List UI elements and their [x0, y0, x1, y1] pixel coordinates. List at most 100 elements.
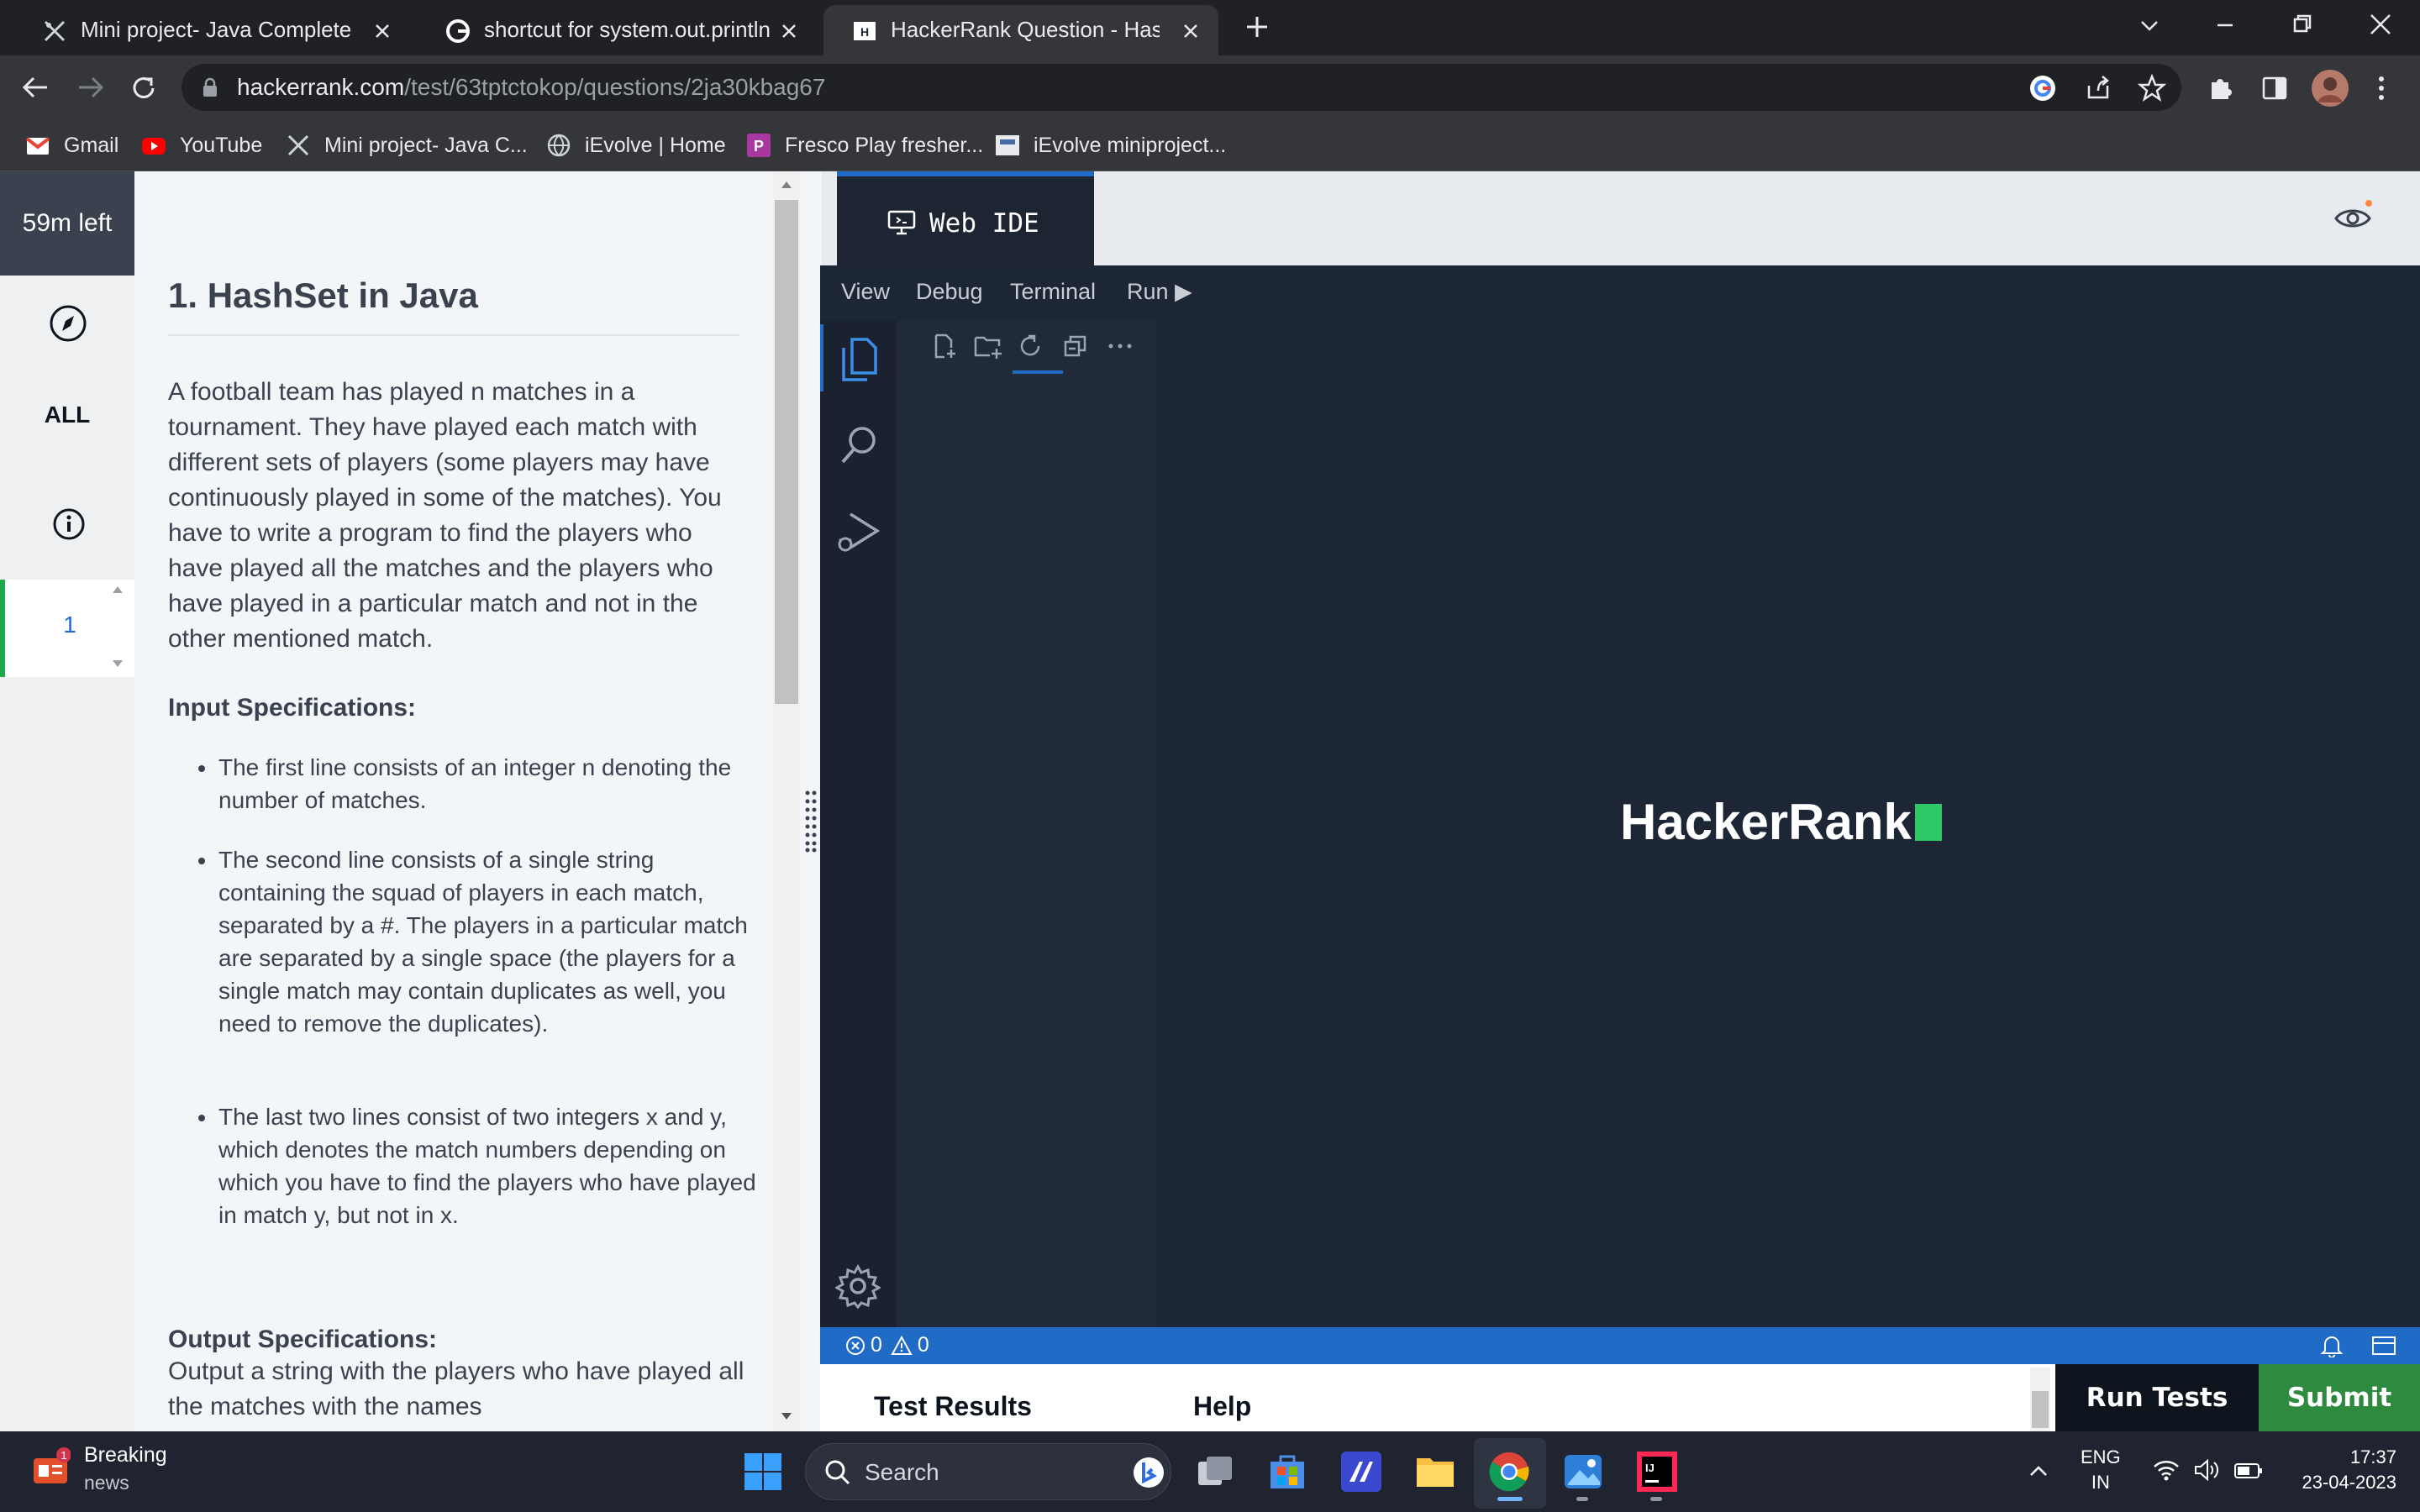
web-ide-tab[interactable]: Web IDE [837, 171, 1094, 265]
lock-icon[interactable] [202, 77, 218, 97]
panel-resize-handle[interactable] [800, 171, 822, 1431]
intellij-idea-icon[interactable]: IJ [1635, 1450, 1679, 1494]
more-actions-icon[interactable] [1107, 341, 1133, 351]
menu-terminal[interactable]: Terminal [1010, 279, 1096, 305]
close-tab-icon[interactable] [778, 20, 800, 42]
explorer-panel [896, 321, 1156, 1327]
new-folder-icon[interactable] [973, 333, 1003, 360]
profile-avatar[interactable] [2311, 69, 2349, 108]
task-view-icon[interactable] [1193, 1450, 1237, 1494]
new-tab-plus-icon[interactable] [1244, 13, 1270, 40]
error-icon [846, 1336, 865, 1355]
submit-button[interactable]: Submit [2259, 1364, 2420, 1431]
scroll-up-arrow-icon[interactable] [111, 585, 124, 595]
title-divider [168, 334, 739, 336]
clock-date: 23-04-2023 [2302, 1472, 2396, 1493]
close-window-icon[interactable] [2368, 12, 2393, 37]
system-clock[interactable]: 17:37 23-04-2023 [2286, 1445, 2396, 1495]
tab-title: HackerRank Question - HashSet i [891, 17, 1160, 42]
bookmark-youtube[interactable]: YouTube [141, 131, 262, 160]
scroll-down-arrow-icon[interactable] [111, 659, 124, 669]
news-widget-icon[interactable]: 1 [30, 1446, 71, 1487]
battery-icon[interactable] [2233, 1462, 2264, 1480]
tab-search-chevron-icon[interactable] [2138, 13, 2161, 37]
warning-count: 0 [917, 1333, 929, 1357]
microsoft-store-icon[interactable] [1265, 1450, 1309, 1494]
web-ide-label: Web IDE [929, 208, 1039, 239]
chrome-icon[interactable] [1487, 1450, 1531, 1494]
menu-run[interactable]: Run ▶ [1127, 279, 1192, 305]
bookmark-fresco-play[interactable]: P Fresco Play fresher... [746, 131, 983, 160]
toggle-panel-icon[interactable] [2371, 1336, 2396, 1356]
close-tab-icon[interactable] [1180, 20, 1202, 42]
run-tests-button[interactable]: Run Tests [2055, 1364, 2259, 1431]
minimize-window-icon[interactable] [2213, 13, 2237, 37]
chrome-running-indicator [1497, 1497, 1523, 1501]
share-icon[interactable] [2084, 74, 2112, 102]
address-bar[interactable]: hackerrank.com/test/63tptctokop/question… [182, 64, 2181, 111]
news-widget-subtitle: news [84, 1472, 129, 1494]
question-navigator [0, 171, 134, 1431]
info-icon[interactable] [52, 507, 86, 541]
app-launcher-icon[interactable] [1339, 1450, 1383, 1494]
bookmark-star-icon[interactable] [2138, 74, 2166, 102]
help-tab[interactable]: Help [1193, 1391, 1251, 1422]
back-arrow-icon[interactable] [20, 74, 50, 101]
news-badge: 1 [60, 1449, 66, 1462]
bookmark-ievolve-home[interactable]: iEvolve | Home [546, 131, 726, 160]
scrollbar-thumb[interactable] [775, 200, 798, 704]
bookmark-ievolve-miniproject[interactable]: iEvolve miniproject... [995, 131, 1226, 160]
browser-tab-mini-project[interactable]: Mini project- Java Complete Beg [13, 5, 410, 55]
browser-tab-hackerrank-question[interactable]: H HackerRank Question - HashSet i [823, 5, 1218, 55]
problems-indicator[interactable]: 0 0 [845, 1333, 929, 1357]
notifications-bell-icon[interactable] [2321, 1334, 2343, 1357]
tab-title: Mini project- Java Complete Beg [81, 17, 358, 42]
volume-icon[interactable] [2193, 1458, 2220, 1482]
file-explorer-icon[interactable] [1413, 1450, 1457, 1494]
test-results-tab[interactable]: Test Results [874, 1391, 1032, 1422]
google-lens-icon[interactable] [2028, 74, 2057, 102]
bookmark-label: Gmail [64, 133, 119, 157]
side-panel-icon[interactable] [2260, 74, 2289, 102]
input-language-indicator[interactable]: ENG IN [2081, 1445, 2121, 1495]
photos-icon[interactable] [1561, 1450, 1605, 1494]
settings-gear-icon[interactable] [835, 1263, 881, 1309]
forward-arrow-icon[interactable] [76, 74, 106, 101]
bookmark-mini-project[interactable]: Mini project- Java C... [286, 131, 528, 160]
question-description: A football team has played n matches in … [168, 378, 722, 653]
close-tab-icon[interactable] [371, 20, 393, 42]
preview-eye-icon[interactable] [2333, 198, 2373, 239]
bookmark-label: YouTube [180, 133, 263, 157]
app-running-indicator [1576, 1497, 1588, 1501]
scroll-down-arrow-icon[interactable] [780, 1411, 793, 1421]
tab-title: shortcut for system.out.println in [484, 17, 770, 42]
extensions-puzzle-icon[interactable] [2207, 74, 2235, 102]
ide-statusbar: 0 0 [820, 1327, 2420, 1364]
bing-chat-icon[interactable] [1132, 1456, 1165, 1489]
search-icon [825, 1460, 850, 1485]
question-number: 1 [63, 612, 76, 638]
more-options-icon[interactable] [2376, 74, 2386, 102]
wifi-icon[interactable] [2153, 1458, 2180, 1482]
menu-debug[interactable]: Debug [916, 279, 983, 305]
news-widget-title[interactable]: Breaking [84, 1443, 167, 1467]
compass-icon[interactable] [49, 304, 87, 343]
show-hidden-icons-chevron-icon[interactable] [2028, 1463, 2049, 1478]
new-file-icon[interactable] [931, 333, 958, 360]
bookmark-gmail[interactable]: Gmail [25, 131, 118, 160]
browser-tab-google-search[interactable]: shortcut for system.out.println in [417, 5, 817, 55]
collapse-all-icon[interactable] [1062, 333, 1089, 360]
scroll-up-arrow-icon[interactable] [780, 180, 793, 190]
restore-window-icon[interactable] [2291, 12, 2314, 35]
all-questions-link[interactable]: ALL [0, 402, 134, 428]
scrollbar-thumb[interactable] [2032, 1391, 2049, 1428]
reload-icon[interactable] [129, 74, 158, 102]
menu-view[interactable]: View [841, 279, 890, 305]
run-and-debug-icon[interactable] [837, 509, 881, 554]
refresh-explorer-icon[interactable] [1017, 333, 1044, 360]
windows-start-icon[interactable] [741, 1450, 785, 1494]
taskbar-search[interactable]: Search [805, 1443, 1171, 1500]
explorer-files-icon[interactable] [839, 334, 881, 381]
search-icon[interactable] [839, 423, 881, 465]
drag-handle-icon [805, 790, 817, 853]
